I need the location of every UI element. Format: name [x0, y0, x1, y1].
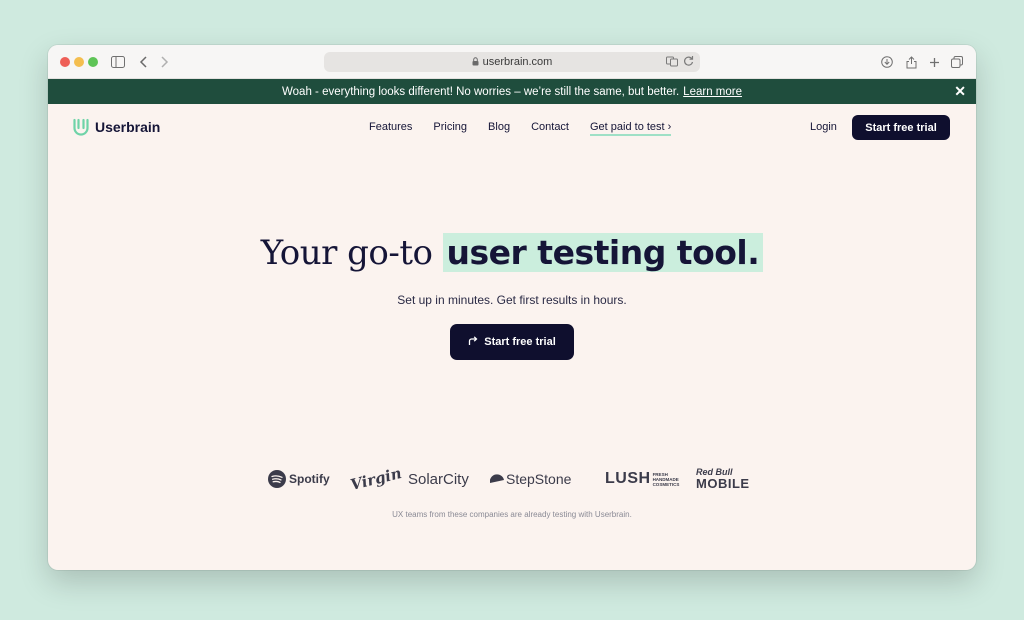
download-icon[interactable]	[880, 52, 894, 72]
logo-text: Userbrain	[95, 119, 161, 135]
solarcity-logo: SolarCity	[408, 464, 469, 494]
hero-title-highlight: user testing tool.	[442, 233, 764, 272]
userbrain-logo-icon	[73, 118, 89, 136]
spotify-wordmark: Spotify	[289, 472, 330, 486]
zoom-window-button[interactable]	[88, 57, 98, 67]
lush-tagline: FRESH HANDMADE COSMETICS	[652, 471, 680, 487]
mobile-wordmark: MOBILE	[696, 476, 750, 491]
share-icon[interactable]	[904, 52, 918, 72]
address-bar[interactable]: userbrain.com	[324, 52, 700, 72]
minimize-window-button[interactable]	[74, 57, 84, 67]
lush-wordmark: LUSH	[605, 470, 651, 487]
banner-message: Woah - everything looks different! No wo…	[282, 85, 680, 98]
tab-overview-icon[interactable]	[950, 52, 964, 72]
nav-contact[interactable]: Contact	[531, 121, 569, 136]
stepstone-wordmark: StepStone	[506, 471, 572, 487]
sidebar-toggle-icon[interactable]	[110, 52, 126, 72]
spotify-icon	[268, 470, 286, 488]
hero-title: Your go-to user testing tool.	[48, 231, 976, 273]
arrow-turn-icon	[468, 335, 478, 349]
announcement-banner: Woah - everything looks different! No wo…	[48, 79, 976, 104]
main-menu: Features Pricing Blog Contact Get paid t…	[369, 121, 672, 136]
nav-blog[interactable]: Blog	[488, 121, 510, 136]
login-link[interactable]: Login	[810, 121, 837, 133]
back-icon[interactable]	[136, 52, 150, 72]
hero-title-plain: Your go-to	[260, 233, 433, 273]
customer-logos: Spotify Virgin SolarCity StepStone LUSH …	[48, 464, 976, 494]
nav-pricing[interactable]: Pricing	[433, 121, 467, 136]
start-free-trial-button[interactable]: Start free trial	[852, 115, 950, 140]
hero-subtitle: Set up in minutes. Get first results in …	[397, 293, 627, 307]
browser-toolbar: userbrain.com	[48, 45, 976, 79]
hero-cta-label: Start free trial	[484, 336, 556, 348]
url-text: userbrain.com	[482, 56, 553, 68]
stepstone-logo: StepStone	[490, 464, 571, 494]
lock-icon	[472, 56, 479, 68]
learn-more-link[interactable]: Learn more	[683, 86, 742, 98]
stepstone-icon	[490, 474, 504, 483]
new-tab-icon[interactable]	[927, 52, 941, 72]
close-icon[interactable]: ✕	[954, 83, 966, 100]
lush-logo: LUSH FRESH HANDMADE COSMETICS	[605, 464, 679, 494]
redbull-mobile-logo: Red Bull MOBILE	[696, 464, 750, 494]
translate-icon[interactable]	[666, 55, 678, 70]
virgin-logo: Virgin	[348, 463, 404, 495]
nav-get-paid-to-test[interactable]: Get paid to test ›	[590, 121, 672, 136]
site-header: Userbrain Features Pricing Blog Contact …	[48, 104, 976, 152]
nav-features[interactable]: Features	[369, 121, 412, 136]
close-window-button[interactable]	[60, 57, 70, 67]
spotify-logo: Spotify	[268, 464, 330, 494]
browser-window: userbrain.com Woah - everything looks di…	[48, 45, 976, 570]
solarcity-wordmark: SolarCity	[408, 470, 469, 488]
logo[interactable]: Userbrain	[72, 118, 160, 136]
logos-caption: UX teams from these companies are alread…	[392, 510, 632, 519]
hero-start-free-trial-button[interactable]: Start free trial	[450, 324, 574, 360]
virgin-wordmark: Virgin	[348, 463, 404, 495]
reload-icon[interactable]	[683, 55, 694, 70]
forward-icon[interactable]	[158, 52, 172, 72]
